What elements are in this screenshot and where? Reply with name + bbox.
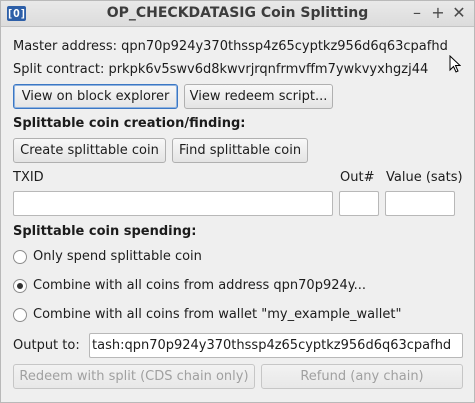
split-contract-label: Split contract: prkpk6v5swv6d8kwvrjrqnfr… xyxy=(13,62,429,77)
maximize-icon[interactable]: + xyxy=(429,4,447,22)
output-to-field[interactable]: tash:qpn70p924y370thssp4z65cyptkz956d6q6… xyxy=(89,333,463,358)
creation-heading: Splittable coin creation/finding: xyxy=(13,116,246,131)
radio-only-splittable-label[interactable]: Only spend splittable coin xyxy=(33,249,202,264)
view-redeem-script-button[interactable]: View redeem script... xyxy=(184,84,333,109)
window-title: OP_CHECKDATASIG Coin Splitting xyxy=(106,5,369,21)
coin-splitting-window: [O] OP_CHECKDATASIG Coin Splitting – + ✕… xyxy=(0,0,475,403)
output-to-value: tash:qpn70p924y370thssp4z65cyptkz956d6q6… xyxy=(92,338,452,353)
refund-button[interactable]: Refund (any chain) xyxy=(261,364,463,389)
create-splittable-button[interactable]: Create splittable coin xyxy=(13,138,166,163)
txid-label: TXID xyxy=(13,170,44,185)
spending-heading: Splittable coin spending: xyxy=(13,224,197,239)
radio-combine-address[interactable] xyxy=(13,279,27,293)
title-bar[interactable]: [O] OP_CHECKDATASIG Coin Splitting – + ✕ xyxy=(1,1,474,27)
out-index-field[interactable] xyxy=(339,191,379,216)
output-to-label: Output to: xyxy=(13,338,80,353)
txid-field[interactable] xyxy=(13,191,333,216)
close-icon[interactable]: ✕ xyxy=(450,4,468,22)
radio-only-splittable[interactable] xyxy=(13,250,27,264)
view-block-explorer-button[interactable]: View on block explorer xyxy=(13,84,178,109)
radio-combine-wallet-label[interactable]: Combine with all coins from wallet "my_e… xyxy=(33,307,401,322)
radio-combine-wallet[interactable] xyxy=(13,308,27,322)
find-splittable-button[interactable]: Find splittable coin xyxy=(172,138,308,163)
master-address-label: Master address: qpn70p924y370thssp4z65cy… xyxy=(13,39,448,54)
minimize-icon[interactable]: – xyxy=(408,4,426,22)
radio-combine-address-label[interactable]: Combine with all coins from address qpn7… xyxy=(33,278,366,293)
out-index-label: Out# xyxy=(340,170,375,185)
mouse-pointer-icon xyxy=(449,55,461,73)
value-sats-field[interactable] xyxy=(385,191,455,216)
redeem-with-split-button[interactable]: Redeem with split (CDS chain only) xyxy=(13,364,255,389)
value-sats-label: Value (sats) xyxy=(386,170,463,185)
